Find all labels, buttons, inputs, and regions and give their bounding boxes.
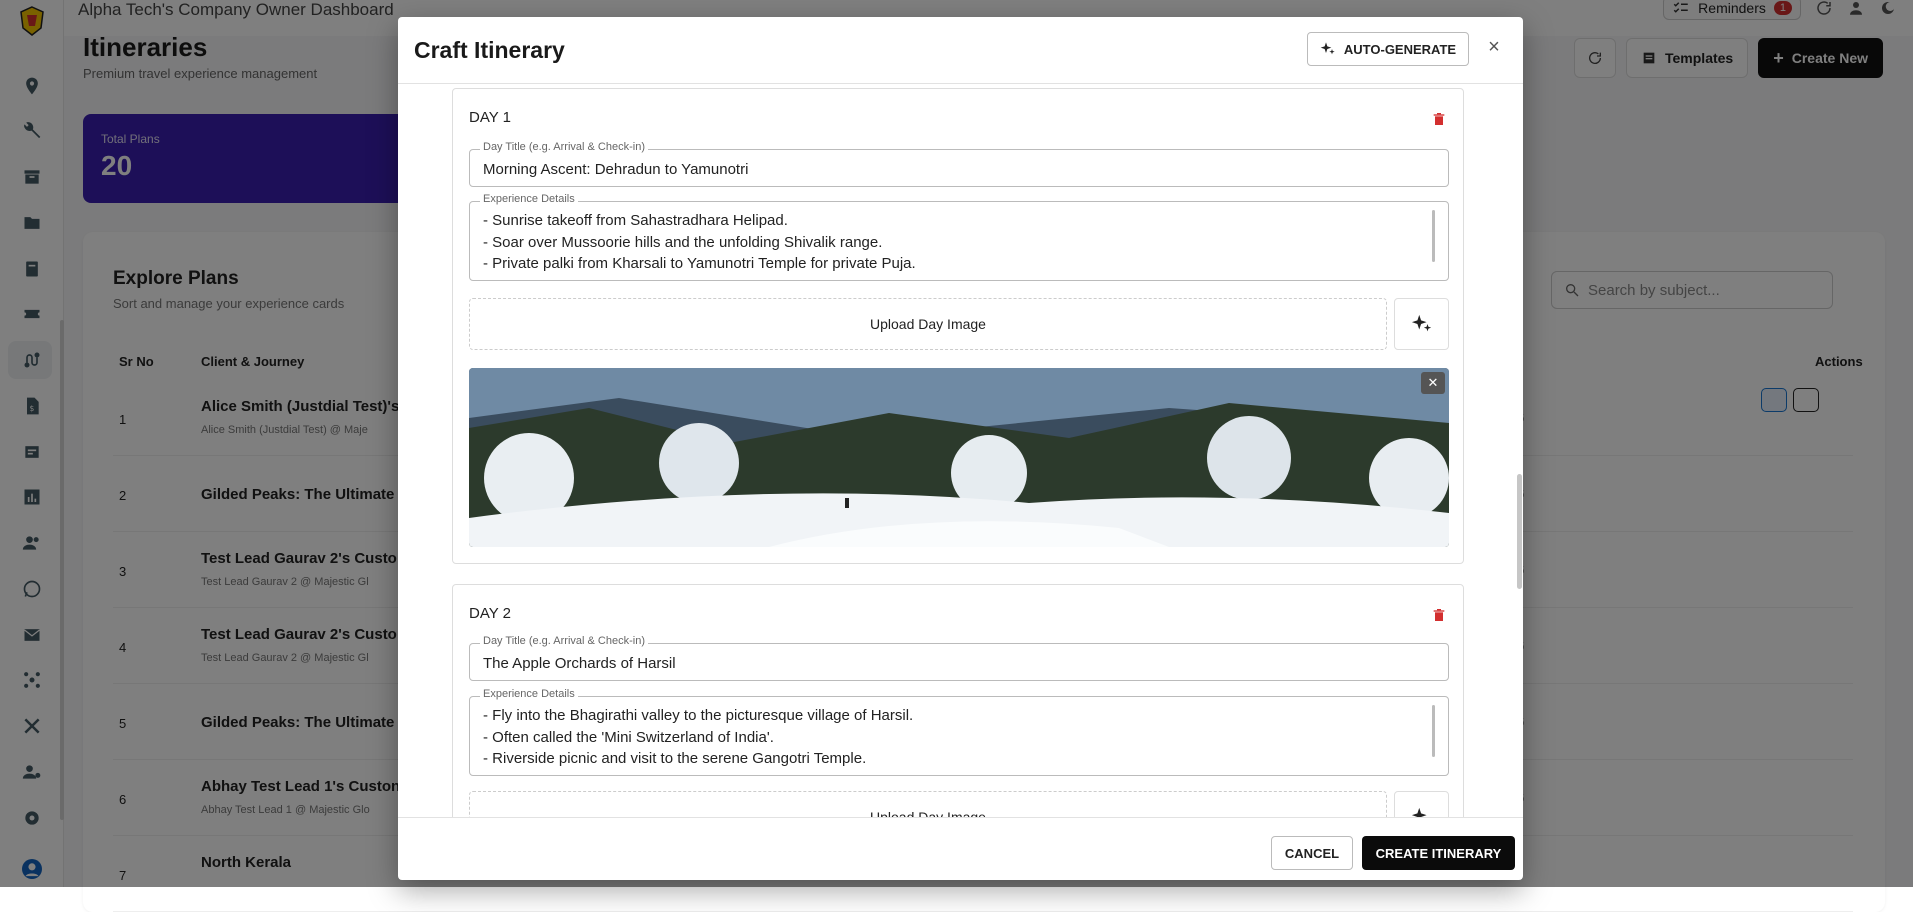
- day-label: DAY 1: [469, 109, 511, 126]
- upload-day-image-button[interactable]: Upload Day Image: [469, 791, 1387, 818]
- detail-line: - Soar over Mussoorie hills and the unfo…: [483, 233, 883, 251]
- detail-line: - Riverside picnic and visit to the sere…: [483, 750, 867, 767]
- experience-details-field[interactable]: Experience Details - Sunrise takeoff fro…: [469, 193, 1449, 281]
- remove-image-button[interactable]: ✕: [1421, 372, 1445, 394]
- sparkle-icon: [1320, 42, 1335, 55]
- upload-label: Upload Day Image: [870, 809, 986, 818]
- sparkle-icon: [1411, 314, 1431, 332]
- delete-day-icon[interactable]: [1431, 607, 1447, 623]
- dialog-footer: CANCEL CREATE ITINERARY: [398, 818, 1523, 880]
- day-title-field[interactable]: Day Title (e.g. Arrival & Check-in) Morn…: [469, 141, 1449, 187]
- sparkle-icon: [1411, 807, 1427, 817]
- day-label: DAY 2: [469, 605, 511, 622]
- dialog-title: Craft Itinerary: [414, 37, 565, 63]
- ai-image-button[interactable]: [1394, 298, 1449, 350]
- day-title-value: The Apple Orchards of Harsil: [483, 655, 676, 672]
- experience-details-legend: Experience Details: [480, 688, 578, 700]
- upload-day-image-button[interactable]: Upload Day Image: [469, 298, 1387, 350]
- craft-itinerary-dialog: Craft Itinerary AUTO-GENERATE × DAY 1 Da…: [398, 17, 1523, 880]
- detail-line: - Fly into the Bhagirathi valley to the …: [483, 707, 914, 724]
- day-image-preview: ✕: [469, 368, 1449, 547]
- day-card-2: DAY 2 Day Title (e.g. Arrival & Check-in…: [452, 584, 1464, 818]
- dialog-scrollbar[interactable]: [1517, 474, 1522, 589]
- auto-generate-button[interactable]: AUTO-GENERATE: [1307, 32, 1469, 66]
- day-title-legend: Day Title (e.g. Arrival & Check-in): [480, 635, 648, 647]
- ai-image-button[interactable]: [1394, 791, 1449, 817]
- experience-details-text: - Fly into the Bhagirathi valley to the …: [483, 705, 913, 770]
- details-scrollbar[interactable]: [1432, 210, 1435, 262]
- upload-label: Upload Day Image: [870, 316, 986, 332]
- cancel-button[interactable]: CANCEL: [1271, 836, 1353, 870]
- auto-generate-label: AUTO-GENERATE: [1343, 41, 1457, 57]
- delete-day-icon[interactable]: [1431, 111, 1447, 127]
- experience-details-text: - Sunrise takeoff from Sahastradhara Hel…: [483, 210, 916, 275]
- day-title-value: Morning Ascent: Dehradun to Yamunotri: [483, 161, 749, 178]
- experience-details-field[interactable]: Experience Details - Fly into the Bhagir…: [469, 688, 1449, 776]
- detail-line: - Private palki from Kharsali to Yamunot…: [483, 255, 916, 272]
- details-scrollbar[interactable]: [1432, 705, 1435, 757]
- dialog-content: DAY 1 Day Title (e.g. Arrival & Check-in…: [398, 83, 1523, 818]
- snowy-mountain-image: [469, 368, 1449, 547]
- create-itinerary-button[interactable]: CREATE ITINERARY: [1362, 836, 1515, 870]
- day-title-legend: Day Title (e.g. Arrival & Check-in): [480, 141, 648, 153]
- close-icon[interactable]: ×: [1484, 36, 1504, 58]
- day-card-1: DAY 1 Day Title (e.g. Arrival & Check-in…: [452, 88, 1464, 564]
- experience-details-legend: Experience Details: [480, 193, 578, 205]
- detail-line: - Sunrise takeoff from Sahastradhara Hel…: [483, 212, 788, 229]
- day-title-field[interactable]: Day Title (e.g. Arrival & Check-in) The …: [469, 635, 1449, 681]
- detail-line: - Often called the 'Mini Switzerland of …: [483, 728, 774, 746]
